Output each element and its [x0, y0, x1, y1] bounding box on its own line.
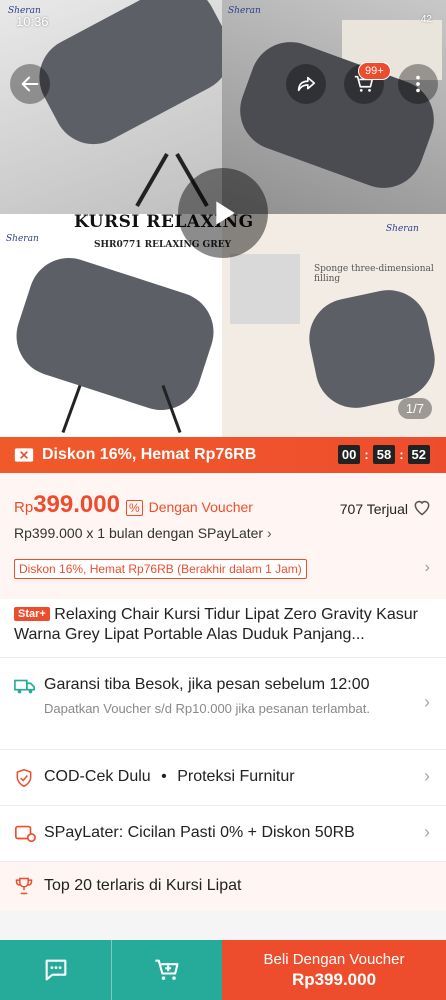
- buy-with-voucher-button[interactable]: Beli Dengan Voucher Rp399.000: [222, 940, 446, 1000]
- chevron-right-icon[interactable]: ›: [425, 559, 430, 577]
- spaylater-text: SPayLater: Cicilan Pasti 0% + Diskon 50R…: [44, 824, 355, 841]
- play-video-button[interactable]: [178, 168, 268, 258]
- product-title-section: Star+ Relaxing Chair Kursi Tidur Lipat Z…: [0, 599, 446, 657]
- status-indicators: 42: [420, 14, 432, 25]
- shield-check-icon: [14, 767, 34, 794]
- share-icon: [297, 76, 316, 92]
- spaylater-installment-link[interactable]: Rp399.000 x 1 bulan dengan SPayLater ›: [14, 525, 272, 541]
- cod-protection-row[interactable]: COD-Cek Dulu • Proteksi Furnitur ›: [0, 749, 446, 805]
- ticket-icon: [14, 448, 34, 462]
- bottom-action-bar: Beli Dengan Voucher Rp399.000: [0, 940, 446, 1000]
- voucher-label: Dengan Voucher: [148, 499, 253, 515]
- price-currency: Rp: [14, 499, 34, 516]
- cart-count-badge: 99+: [358, 62, 391, 80]
- chevron-right-icon: ›: [424, 766, 430, 786]
- price-amount: 399.000: [33, 491, 120, 518]
- trophy-icon: [14, 876, 34, 901]
- voucher-icon: %: [125, 500, 143, 516]
- chevron-right-icon: ›: [424, 692, 430, 712]
- add-to-cart-button[interactable]: [111, 940, 222, 1000]
- add-cart-icon: [155, 959, 179, 980]
- top-seller-row[interactable]: Top 20 terlaris di Kursi Lipat: [0, 861, 446, 911]
- back-button[interactable]: [10, 64, 50, 104]
- spaylater-installment-text: Rp399.000 x 1 bulan dengan SPayLater: [14, 525, 264, 541]
- timer-hours: 00: [337, 445, 361, 464]
- feature-text: Sponge three-dimensional filling: [314, 264, 434, 284]
- cod-text: COD-Cek Dulu: [44, 768, 151, 785]
- separator-dot: •: [161, 768, 167, 785]
- play-icon: [216, 201, 235, 225]
- more-vertical-icon: [416, 75, 420, 93]
- flash-discount-bar: Diskon 16%, Hemat Rp76RB 00 : 58 : 52: [0, 437, 446, 473]
- price-row: Rp 399.000 % Dengan Voucher: [14, 491, 253, 519]
- shipping-guarantee-row[interactable]: Garansi tiba Besok, jika pesan sebelum 1…: [0, 657, 446, 749]
- buy-button-label: Beli Dengan Voucher: [263, 950, 405, 968]
- brand-logo-4: Sheran: [386, 224, 419, 234]
- sold-count: 707 Terjual: [339, 501, 408, 517]
- status-time: 10:36: [16, 14, 49, 29]
- timer-minutes: 58: [372, 445, 396, 464]
- countdown-timer: 00 : 58 : 52: [337, 445, 430, 464]
- chat-button[interactable]: [0, 940, 111, 1000]
- flash-discount-text: Diskon 16%, Hemat Rp76RB: [42, 446, 257, 463]
- buy-button-price: Rp399.000: [291, 969, 377, 989]
- share-button[interactable]: [286, 64, 326, 104]
- shipping-guarantee-text: Garansi tiba Besok, jika pesan sebelum 1…: [44, 676, 370, 693]
- shipping-voucher-note: Dapatkan Voucher s/d Rp10.000 jika pesan…: [44, 701, 370, 716]
- chevron-right-icon: ›: [266, 525, 272, 541]
- more-button[interactable]: [398, 64, 438, 104]
- spaylater-row[interactable]: SPayLater: Cicilan Pasti 0% + Diskon 50R…: [0, 805, 446, 861]
- timer-seconds: 52: [407, 445, 430, 464]
- image-page-indicator: 1/7: [397, 398, 432, 419]
- truck-icon: [14, 676, 36, 701]
- heart-icon: [414, 500, 430, 516]
- arrow-left-icon: [21, 76, 39, 92]
- favorite-button[interactable]: [412, 497, 432, 522]
- price-section: Rp 399.000 % Dengan Voucher 707 Terjual …: [0, 473, 446, 599]
- protection-text: Proteksi Furnitur: [177, 768, 295, 785]
- top-seller-text: Top 20 terlaris di Kursi Lipat: [44, 877, 242, 894]
- spaylater-icon: [14, 823, 36, 848]
- star-plus-badge: Star+: [14, 607, 50, 621]
- product-media-gallery[interactable]: Sponge three-dimensional filling Sheran …: [0, 0, 446, 437]
- chevron-right-icon: ›: [424, 822, 430, 842]
- product-title: Relaxing Chair Kursi Tidur Lipat Zero Gr…: [14, 606, 418, 643]
- chat-icon: [45, 959, 66, 981]
- discount-tag[interactable]: Diskon 16%, Hemat Rp76RB (Berakhir dalam…: [14, 559, 307, 579]
- brand-logo-3: Sheran: [6, 234, 39, 244]
- brand-logo-2: Sheran: [228, 6, 261, 16]
